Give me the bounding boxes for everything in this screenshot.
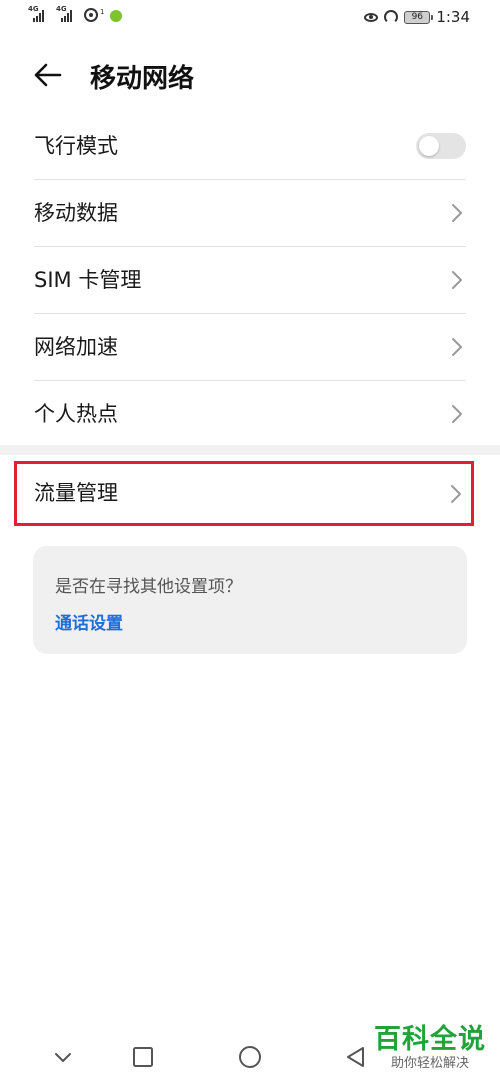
back-arrow-icon[interactable] bbox=[30, 60, 66, 90]
personal-hotspot-row[interactable]: 个人热点 bbox=[34, 381, 466, 447]
sim-management-label: SIM 卡管理 bbox=[34, 268, 142, 292]
watermark-title: 百科全说 bbox=[374, 1024, 486, 1055]
chevron-right-icon bbox=[452, 405, 462, 423]
airplane-mode-toggle[interactable] bbox=[416, 133, 466, 159]
eye-comfort-icon bbox=[364, 12, 379, 22]
data-management-label: 流量管理 bbox=[34, 481, 118, 505]
suggestion-question: 是否在寻找其他设置项？ bbox=[55, 577, 242, 597]
call-settings-link[interactable]: 通话设置 bbox=[55, 609, 123, 634]
network-acceleration-row[interactable]: 网络加速 bbox=[34, 314, 466, 381]
home-icon[interactable] bbox=[237, 1044, 263, 1070]
back-triangle-icon[interactable] bbox=[343, 1044, 369, 1070]
recent-apps-icon[interactable] bbox=[130, 1044, 156, 1070]
status-time: 1:34 bbox=[436, 8, 470, 26]
sim-management-row[interactable]: SIM 卡管理 bbox=[34, 247, 466, 314]
status-bar: 4G 4G 1 96 1:34 bbox=[0, 0, 500, 36]
mobile-data-row[interactable]: 移动数据 bbox=[34, 180, 466, 247]
battery-icon: 96 bbox=[404, 10, 434, 24]
airplane-mode-label: 飞行模式 bbox=[34, 134, 118, 158]
chevron-right-icon bbox=[452, 338, 462, 356]
notification-app-icon bbox=[110, 10, 123, 22]
hotspot-count: 1 bbox=[100, 8, 105, 16]
section-divider bbox=[0, 445, 500, 455]
status-left: 4G 4G 1 bbox=[28, 5, 123, 22]
settings-list: 飞行模式 移动数据 SIM 卡管理 网络加速 个人热点 bbox=[34, 113, 466, 447]
battery-level: 96 bbox=[411, 11, 424, 22]
signal-sim2-icon: 4G bbox=[56, 5, 78, 22]
network-acceleration-label: 网络加速 bbox=[34, 335, 118, 359]
airplane-mode-row[interactable]: 飞行模式 bbox=[34, 113, 466, 180]
page-header: 移动网络 bbox=[0, 50, 500, 100]
page-title: 移动网络 bbox=[90, 64, 195, 94]
chevron-down-icon[interactable] bbox=[50, 1044, 76, 1070]
hotspot-icon bbox=[84, 8, 98, 22]
watermark: 百科全说 助你轻松解决 bbox=[374, 1024, 486, 1072]
chevron-right-icon bbox=[452, 204, 462, 222]
suggestion-card: 是否在寻找其他设置项？ 通话设置 bbox=[33, 546, 467, 654]
data-management-row[interactable]: 流量管理 bbox=[14, 461, 474, 526]
mobile-data-label: 移动数据 bbox=[34, 201, 118, 225]
personal-hotspot-label: 个人热点 bbox=[34, 402, 118, 426]
chevron-right-icon bbox=[452, 271, 462, 289]
speed-gauge-icon bbox=[384, 10, 399, 24]
status-right: 96 1:34 bbox=[364, 8, 470, 26]
signal-sim1-icon: 4G bbox=[28, 5, 50, 22]
watermark-subtitle: 助你轻松解决 bbox=[390, 1056, 469, 1071]
toggle-knob bbox=[419, 136, 439, 156]
chevron-right-icon bbox=[451, 485, 461, 503]
